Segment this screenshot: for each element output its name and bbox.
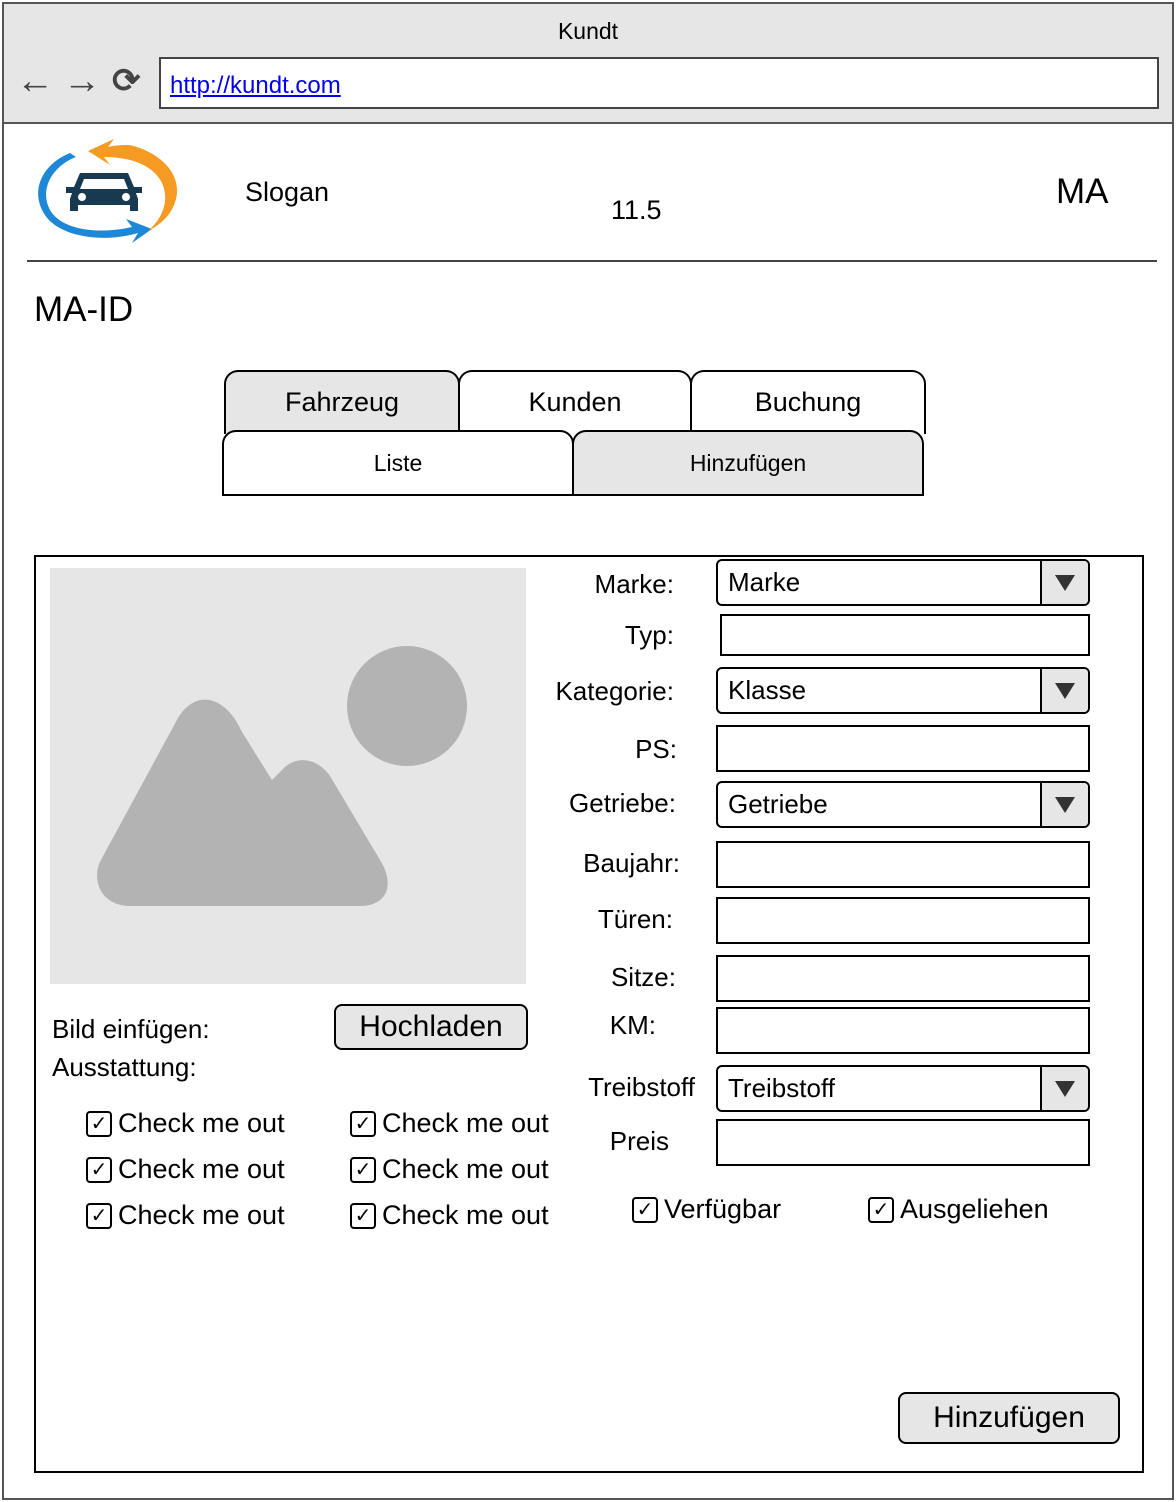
slogan: Slogan: [245, 177, 330, 207]
forward-arrow-icon[interactable]: →: [63, 62, 101, 100]
kategorie-select[interactable]: Klasse: [716, 667, 1090, 714]
equipment-label: Ausstattung:: [52, 1052, 197, 1082]
tueren-input[interactable]: [716, 897, 1090, 944]
checkbox-icon[interactable]: ✓: [350, 1156, 376, 1183]
upload-button[interactable]: Hochladen: [334, 1004, 528, 1050]
window-title: Kundt: [557, 18, 619, 44]
equipment-checkbox-5[interactable]: ✓ Check me out: [350, 1154, 549, 1185]
tab-buchung[interactable]: Buchung: [690, 370, 926, 434]
checkbox-label: Check me out: [118, 1200, 285, 1230]
chevron-down-icon[interactable]: [1040, 1067, 1088, 1110]
user-role: MA: [1056, 172, 1109, 211]
checkbox-icon[interactable]: ✓: [632, 1196, 658, 1223]
checkbox-icon[interactable]: ✓: [86, 1202, 112, 1229]
rented-checkbox[interactable]: ✓ Ausgeliehen: [868, 1194, 1049, 1225]
equipment-checkbox-6[interactable]: ✓ Check me out: [350, 1200, 549, 1231]
baujahr-input[interactable]: [716, 841, 1090, 888]
treibstoff-select-value: Treibstoff: [728, 1073, 835, 1103]
version-number: 11.5: [611, 195, 662, 225]
sitze-input[interactable]: [716, 955, 1090, 1002]
header-divider: [27, 260, 1157, 262]
preis-label: Preis: [609, 1126, 669, 1156]
checkbox-icon[interactable]: ✓: [350, 1110, 376, 1137]
checkbox-icon[interactable]: ✓: [86, 1156, 112, 1183]
checkbox-label: Check me out: [118, 1154, 285, 1184]
checkbox-icon[interactable]: ✓: [350, 1202, 376, 1229]
marke-select[interactable]: Marke: [716, 559, 1090, 606]
reload-icon[interactable]: ⟳: [112, 62, 141, 100]
getriebe-select[interactable]: Getriebe: [716, 781, 1090, 828]
km-input[interactable]: [716, 1007, 1090, 1054]
checkbox-icon[interactable]: ✓: [868, 1196, 894, 1223]
treibstoff-label: Treibstoff: [588, 1072, 695, 1102]
back-arrow-icon[interactable]: ←: [16, 62, 54, 100]
add-vehicle-button[interactable]: Hinzufügen: [898, 1392, 1120, 1444]
checkbox-label: Check me out: [382, 1200, 549, 1230]
equipment-checkbox-3[interactable]: ✓ Check me out: [86, 1200, 285, 1231]
checkbox-icon[interactable]: ✓: [86, 1110, 112, 1137]
ps-label: PS:: [635, 734, 677, 764]
km-label: KM:: [609, 1010, 656, 1040]
checkbox-label: Ausgeliehen: [900, 1194, 1049, 1224]
tueren-label: Türen:: [597, 904, 673, 934]
getriebe-select-value: Getriebe: [728, 789, 828, 819]
address-url[interactable]: http://kundt.com: [170, 72, 341, 100]
marke-label: Marke:: [594, 569, 674, 599]
subtab-liste[interactable]: Liste: [222, 430, 574, 496]
available-checkbox[interactable]: ✓ Verfügbar: [632, 1194, 781, 1225]
marke-select-value: Marke: [728, 567, 801, 597]
treibstoff-select[interactable]: Treibstoff: [716, 1065, 1090, 1112]
equipment-checkbox-4[interactable]: ✓ Check me out: [350, 1108, 549, 1139]
sitze-label: Sitze:: [610, 962, 676, 992]
chevron-down-icon[interactable]: [1040, 561, 1088, 604]
checkbox-label: Verfügbar: [664, 1194, 782, 1224]
typ-label: Typ:: [624, 620, 674, 650]
image-placeholder: [50, 568, 526, 984]
baujahr-label: Baujahr:: [583, 848, 680, 878]
subtab-hinzufuegen[interactable]: Hinzufügen: [572, 430, 924, 496]
ps-input[interactable]: [716, 725, 1090, 772]
equipment-checkbox-2[interactable]: ✓ Check me out: [86, 1154, 285, 1185]
getriebe-label: Getriebe:: [569, 788, 676, 818]
typ-input[interactable]: [720, 614, 1090, 656]
image-placeholder-icon: [97, 646, 467, 906]
preis-input[interactable]: [716, 1119, 1090, 1166]
checkbox-label: Check me out: [382, 1154, 549, 1184]
image-upload-label: Bild einfügen:: [52, 1014, 210, 1044]
chevron-down-icon[interactable]: [1040, 783, 1088, 826]
company-logo: [30, 135, 182, 245]
checkbox-label: Check me out: [382, 1108, 549, 1138]
page-title: MA-ID: [34, 290, 134, 329]
tab-fahrzeug[interactable]: Fahrzeug: [224, 370, 460, 434]
checkbox-label: Check me out: [118, 1108, 285, 1138]
kategorie-label: Kategorie:: [555, 676, 674, 706]
chevron-down-icon[interactable]: [1040, 669, 1088, 712]
equipment-checkbox-1[interactable]: ✓ Check me out: [86, 1108, 285, 1139]
kategorie-select-value: Klasse: [728, 675, 807, 705]
tab-kunden[interactable]: Kunden: [458, 370, 692, 434]
